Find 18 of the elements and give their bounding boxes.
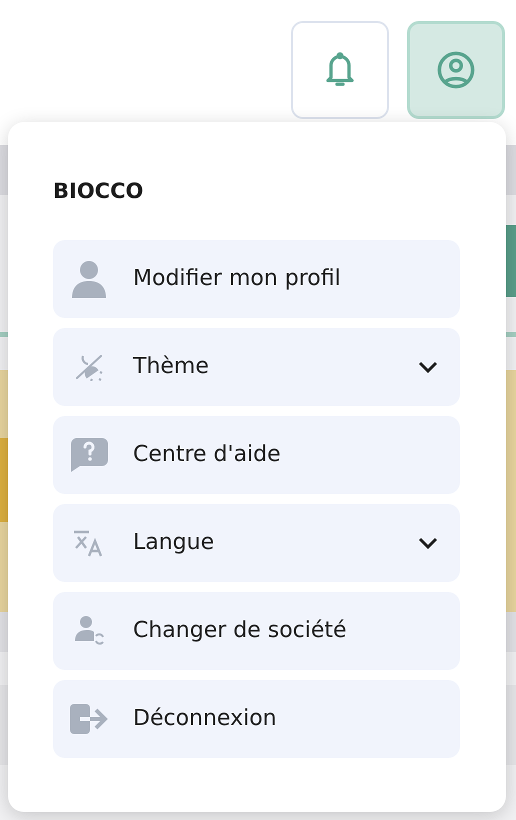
- user-circle-icon: [435, 49, 477, 91]
- menu-item[interactable]: Modifier mon profil: [53, 240, 460, 318]
- help-bubble-icon: [70, 438, 108, 472]
- chevron-down-icon: [418, 536, 438, 548]
- menu-item[interactable]: Langue: [53, 504, 460, 582]
- logout-icon: [70, 704, 108, 734]
- user-switch-icon: [72, 614, 106, 646]
- menu-item[interactable]: Déconnexion: [53, 680, 460, 758]
- profile-button[interactable]: [407, 21, 505, 119]
- menu-item[interactable]: Centre d'aide: [53, 416, 460, 494]
- translate-icon: [73, 528, 105, 556]
- menu-item[interactable]: Thème: [53, 328, 460, 406]
- menu-item[interactable]: Changer de société: [53, 592, 460, 670]
- menu-title: BIOCCO: [53, 178, 144, 205]
- moon-sun-icon: [74, 352, 104, 380]
- notifications-button[interactable]: [291, 21, 389, 119]
- chevron-down-icon: [418, 360, 438, 372]
- person-icon: [71, 260, 107, 298]
